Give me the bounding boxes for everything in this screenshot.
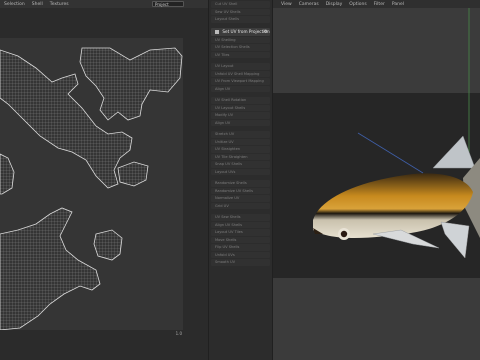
- menu-panel[interactable]: Panel: [392, 2, 404, 7]
- tool-item[interactable]: Randomize UV Shells: [211, 187, 270, 194]
- axis-blue: [357, 132, 424, 174]
- uv-toolkit-panel: Cut UV Shell Sew UV Shells Layout Shells…: [208, 0, 273, 360]
- tool-item[interactable]: UV Straighten: [211, 146, 270, 153]
- tool-item[interactable]: Unfold UV Shell Mapping: [211, 70, 270, 77]
- tool-sew-uv-shells[interactable]: Sew UV Shells: [211, 8, 270, 15]
- fish-model: [313, 8, 480, 259]
- active-tool-label: Set UV from Projection: [222, 28, 270, 34]
- menu-cameras[interactable]: Cameras: [299, 2, 319, 7]
- uv-editor-panel: 1.0: [0, 8, 208, 360]
- tool-item[interactable]: Randomize Shells: [211, 180, 270, 187]
- tool-item[interactable]: Unitize UV: [211, 138, 270, 145]
- gear-icon[interactable]: ⚙: [264, 28, 268, 36]
- uv-shell-small: [117, 161, 149, 187]
- uv-shell-bottom-small: [93, 229, 123, 261]
- tool-item[interactable]: Grid UV: [211, 202, 270, 209]
- menu-display[interactable]: Display: [326, 2, 343, 7]
- tool-item[interactable]: UV Layout: [211, 63, 270, 70]
- tool-item[interactable]: Move Shells: [211, 236, 270, 243]
- tool-item[interactable]: UV From Viewport Mapping: [211, 78, 270, 85]
- tool-item[interactable]: Unfold UVs: [211, 251, 270, 258]
- uv-canvas[interactable]: 1.0: [0, 38, 183, 336]
- tool-item[interactable]: UV Tiles: [211, 51, 270, 58]
- tool-item[interactable]: Align UV: [211, 119, 270, 126]
- tool-item[interactable]: Normalize UV: [211, 195, 270, 202]
- menu-textures[interactable]: Textures: [50, 2, 69, 7]
- fish-pupil: [340, 230, 348, 238]
- tool-item[interactable]: Layout UV Tiles: [211, 229, 270, 236]
- uv-shell-tail: [0, 207, 101, 330]
- viewport-menubar: View Cameras Display Options Filter Pane…: [273, 0, 480, 8]
- tool-item[interactable]: UV Selection Shells: [211, 44, 270, 51]
- tool-item[interactable]: Modify UV: [211, 112, 270, 119]
- pelvic-fin: [440, 221, 470, 259]
- projection-icon: [215, 29, 219, 34]
- tool-list: UV Shelling UV Selection Shells UV Tiles UV…: [209, 36, 272, 266]
- tool-item[interactable]: Align UV Shells: [211, 221, 270, 228]
- view-dropdown[interactable]: Project: [152, 1, 184, 7]
- tool-item[interactable]: Stretch UV: [211, 131, 270, 138]
- tool-cut-uv-shell[interactable]: Cut UV Shell: [211, 1, 270, 8]
- tool-item[interactable]: UV Shelling: [211, 36, 270, 43]
- tool-item[interactable]: UV Sew Shells: [211, 214, 270, 221]
- 3d-viewport[interactable]: [273, 8, 480, 360]
- uv-shell-fin-right: [79, 47, 183, 121]
- menu-shell[interactable]: Shell: [32, 2, 43, 7]
- tool-item[interactable]: UV Tile Straighten: [211, 153, 270, 160]
- tool-layout-shells[interactable]: Layout Shells: [211, 16, 270, 23]
- uv-shell-left-fin: [0, 153, 15, 195]
- menu-filter[interactable]: Filter: [374, 2, 385, 7]
- tool-item[interactable]: UV Shell Rotation: [211, 97, 270, 104]
- tool-set-uv-from-projection[interactable]: Set UV from Projection ⚙: [211, 27, 270, 36]
- tool-item[interactable]: Layout UVs: [211, 168, 270, 175]
- uv-shells-wireframe: [0, 47, 183, 330]
- tool-item[interactable]: Snap UV Shells: [211, 161, 270, 168]
- menu-options[interactable]: Options: [349, 2, 366, 7]
- tool-item[interactable]: Smooth UV: [211, 259, 270, 266]
- pectoral-fin: [372, 229, 440, 249]
- menu-view[interactable]: View: [281, 2, 292, 7]
- menu-selection[interactable]: Selection: [4, 2, 25, 7]
- uv-corner-label: 1.0: [175, 331, 182, 336]
- tool-item[interactable]: Align UV: [211, 85, 270, 92]
- tool-item[interactable]: UV Layout Shells: [211, 104, 270, 111]
- tool-item[interactable]: Flip UV Shells: [211, 244, 270, 251]
